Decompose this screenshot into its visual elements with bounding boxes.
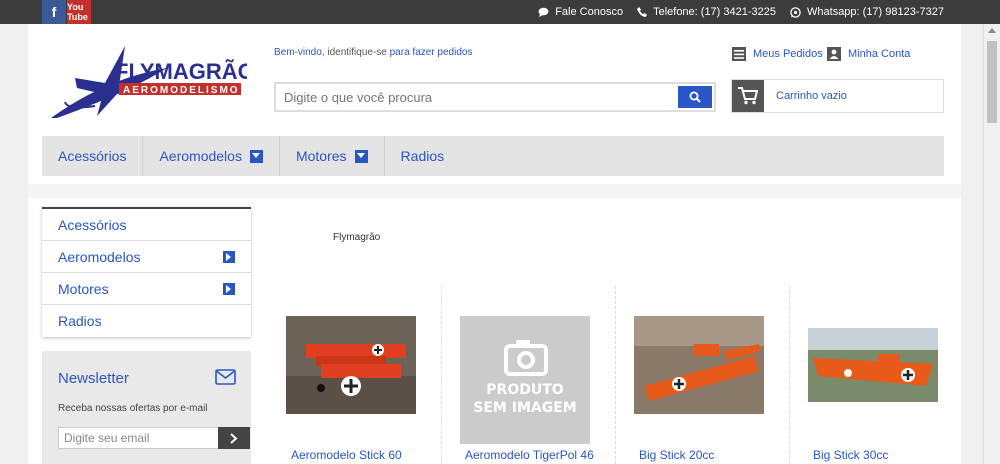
my-orders-label: Meus Pedidos [753, 48, 823, 60]
product-name[interactable]: Aeromodelo Stick 60 [291, 448, 402, 462]
page-container: FLYMAGRÃO AEROMODELISMO Bem-vindo, ident… [28, 24, 961, 464]
nav-item-label: Acessórios [58, 148, 127, 164]
nav-item-motores[interactable]: Motores [280, 136, 385, 176]
chevron-down-icon [354, 149, 368, 163]
newsletter-submit-button[interactable] [218, 427, 250, 449]
scroll-up-arrow-icon[interactable] [988, 28, 996, 33]
product-name[interactable]: Aeromodelo TigerPol 46 [465, 448, 594, 462]
sidebar-item-motores[interactable]: Motores [42, 273, 251, 305]
divider [28, 184, 961, 198]
my-account-label: Minha Conta [848, 48, 911, 60]
placeholder-text-line1: PRODUTO [486, 382, 563, 398]
my-account-link[interactable]: Minha Conta [827, 47, 910, 61]
newsletter-description: Receba nossas ofertas por e-mail [58, 403, 208, 414]
phone-label: Telefone: (17) 3421-3225 [653, 6, 777, 18]
list-icon [732, 47, 746, 61]
divider [615, 286, 616, 464]
sidebar-item-label: Motores [58, 280, 109, 297]
sidebar-item-aeromodelos[interactable]: Aeromodelos [42, 241, 251, 273]
welcome-prefix-link[interactable]: Bem-vindo, [274, 47, 325, 58]
nav-item-radios[interactable]: Radios [385, 136, 461, 176]
divider [789, 286, 790, 464]
logo-tagline: AEROMODELISMO [123, 85, 240, 96]
chevron-right-icon [230, 432, 238, 444]
newsletter-title: Newsletter [58, 370, 129, 387]
contact-label: Fale Conosco [555, 6, 624, 18]
search-input[interactable] [276, 84, 676, 110]
cart-icon [732, 80, 764, 112]
product-image[interactable] [808, 328, 938, 402]
phone-info: Telefone: (17) 3421-3225 [637, 6, 776, 18]
chevron-down-icon [249, 149, 263, 163]
whatsapp-icon [790, 6, 801, 18]
sidebar-item-label: Acessórios [58, 216, 127, 233]
cart-label: Carrinho vazio [776, 90, 847, 102]
nav-item-label: Motores [295, 148, 347, 164]
contact-link[interactable]: Fale Conosco [538, 6, 623, 18]
top-bar: f You Tube Fale Conosco Telefone: (17) 3… [0, 0, 1000, 24]
whatsapp-info: Whatsapp: (17) 98123-7327 [790, 6, 944, 18]
my-orders-link[interactable]: Meus Pedidos [732, 47, 823, 61]
product-card[interactable]: Big Stick 30cc [792, 286, 966, 464]
search-button[interactable] [678, 86, 712, 108]
newsletter-email-input[interactable]: Digite seu email [58, 427, 220, 449]
product-card[interactable]: Big Stick 20cc [618, 286, 792, 464]
user-icon [827, 47, 841, 61]
cart-button[interactable]: Carrinho vazio [731, 79, 944, 113]
chevron-right-icon [223, 250, 235, 263]
divider [441, 286, 442, 464]
airplane-logo-icon: FLYMAGRÃO AEROMODELISMO [51, 46, 255, 118]
site-logo[interactable]: FLYMAGRÃO AEROMODELISMO [47, 38, 255, 118]
brand-label: Flymagrão [333, 232, 381, 243]
phone-icon [637, 7, 648, 17]
nav-item-acessorios[interactable]: Acessórios [42, 136, 144, 176]
nav-item-label: Aeromodelos [159, 148, 242, 164]
sidebar-menu: Acessórios Aeromodelos Motores Radios [42, 207, 251, 337]
chevron-right-icon [223, 282, 235, 295]
search-bar [274, 82, 716, 112]
search-icon [689, 91, 701, 103]
product-card[interactable]: Aeromodelo Stick 60 [270, 286, 444, 464]
scrollbar[interactable] [983, 24, 1000, 464]
scrollbar-thumb[interactable] [987, 41, 997, 123]
login-link[interactable]: para fazer pedidos [390, 47, 473, 58]
youtube-icon[interactable]: You Tube [67, 0, 91, 24]
product-name[interactable]: Big Stick 30cc [813, 448, 888, 462]
placeholder-text-line2: SEM IMAGEM [473, 400, 576, 416]
sidebar-item-label: Aeromodelos [58, 248, 141, 265]
product-image[interactable] [286, 316, 416, 414]
product-name[interactable]: Big Stick 20cc [639, 448, 714, 462]
chat-bubble-icon [538, 7, 549, 17]
product-image-placeholder[interactable]: PRODUTO SEM IMAGEM [460, 316, 590, 444]
welcome-text: Bem-vindo, identifique-se para fazer ped… [274, 47, 472, 58]
main-nav: Acessórios Aeromodelos Motores Radios [42, 136, 944, 176]
product-image[interactable] [634, 316, 764, 414]
sidebar-item-acessorios[interactable]: Acessórios [42, 209, 251, 241]
welcome-middle: identifique-se [324, 47, 390, 58]
logo-name: FLYMAGRÃO [115, 59, 247, 84]
sidebar-item-label: Radios [58, 313, 102, 329]
newsletter-box: Newsletter Receba nossas ofertas por e-m… [42, 351, 251, 464]
nav-item-aeromodelos[interactable]: Aeromodelos [143, 136, 280, 176]
top-links: Fale Conosco Telefone: (17) 3421-3225 Wh… [538, 0, 944, 24]
nav-item-label: Radios [400, 148, 445, 164]
whatsapp-label: Whatsapp: (17) 98123-7327 [807, 6, 944, 18]
envelope-icon [215, 369, 236, 390]
facebook-icon[interactable]: f [42, 0, 66, 24]
sidebar-item-radios[interactable]: Radios [42, 305, 251, 337]
product-card[interactable]: PRODUTO SEM IMAGEM Aeromodelo TigerPol 4… [444, 286, 618, 464]
